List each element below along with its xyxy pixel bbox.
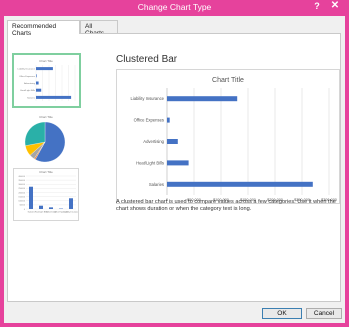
thumbnail-title: Chart Title xyxy=(39,115,53,119)
title-bar[interactable]: Change Chart Type ? ✕ xyxy=(0,0,349,16)
thumbnail-y-tick: 300000 xyxy=(18,184,26,186)
bar xyxy=(167,117,170,123)
y-category-label: Salaries xyxy=(149,182,164,187)
thumbnail-pie[interactable]: Chart Title xyxy=(13,113,79,165)
thumbnail-category-label: Liability Insurance xyxy=(63,211,78,214)
dialog-body: Recommended Charts All Charts Chart Titl… xyxy=(4,16,345,323)
thumbnail-y-tick: 200000 xyxy=(18,192,26,194)
thumbnail-y-tick: 250000 xyxy=(18,188,26,190)
thumbnail-column xyxy=(69,198,73,209)
y-category-label: Heat/Light Bills xyxy=(136,160,164,165)
thumbnail-category-label: Salaries xyxy=(28,211,35,214)
bar xyxy=(167,181,313,187)
thumbnail-bar xyxy=(36,74,37,78)
thumbnail-category-label: Heat/Light Bills xyxy=(20,89,35,92)
thumbnail-bar xyxy=(36,67,53,71)
thumbnail-y-tick: 150000 xyxy=(18,196,26,198)
thumbnail-bar xyxy=(36,88,42,92)
preview-chart-title: Chart Title xyxy=(212,77,244,84)
help-button[interactable]: ? xyxy=(312,1,322,13)
thumbnail-y-tick: 50000 xyxy=(19,205,25,207)
change-chart-type-window: Change Chart Type ? ✕ Recommended Charts… xyxy=(0,0,349,327)
thumbnail-clustered-bar[interactable]: Chart Title Liability Insurance Office Exp… xyxy=(12,53,81,108)
thumbnail-bar xyxy=(36,81,39,85)
preview-chart: Chart Title0 $50,000 $100,000 $150,000 $200,… xyxy=(130,77,336,202)
thumbnail-title: Chart Title xyxy=(39,59,53,63)
thumbnail-y-tick: 400000 xyxy=(18,176,26,178)
bar xyxy=(167,96,238,102)
thumbnail-clustered-column[interactable]: Chart Title 400000 350000 300000 250000 20000… xyxy=(13,168,79,221)
thumbnail-column xyxy=(49,207,53,209)
thumbnail-title: Chart Title xyxy=(39,170,53,174)
thumbnail-column xyxy=(29,186,33,209)
cancel-button[interactable]: Cancel xyxy=(306,308,342,319)
bar xyxy=(167,139,178,144)
y-category-label: Advertising xyxy=(143,139,164,144)
thumbnail-category-label: Salaries xyxy=(27,96,36,99)
chart-description: A clustered bar chart is used to compare… xyxy=(116,199,336,212)
close-button[interactable]: ✕ xyxy=(326,0,344,13)
thumbnail-category-label: Office Expenses xyxy=(19,76,36,78)
thumbnail-y-tick: 350000 xyxy=(18,180,26,182)
y-category-label: Liability Insurance xyxy=(130,96,164,101)
thumbnail-category-label: Liability Insurance xyxy=(17,68,35,71)
thumbnail-category-label: Advertising xyxy=(24,82,36,85)
y-category-label: Office Expenses xyxy=(134,118,164,123)
thumbnail-y-tick: 0 xyxy=(24,209,26,211)
thumbnail-clustered-bar-chart: Chart Title Liability Insurance Office Exp… xyxy=(17,59,76,101)
thumbnail-y-tick: 100000 xyxy=(18,201,26,203)
thumbnail-pie-slice xyxy=(24,121,46,146)
bar xyxy=(167,160,189,166)
thumbnail-bar xyxy=(36,95,72,99)
thumbnail-clustered-column-chart: Chart Title 400000 350000 300000 250000 20000… xyxy=(18,170,78,214)
window-title: Change Chart Type xyxy=(137,2,212,12)
thumbnail-column xyxy=(39,205,43,209)
recommended-charts-panel: Chart Title Liability Insurance Office Exp… xyxy=(7,33,341,302)
tab-all-charts[interactable]: All Charts xyxy=(80,20,118,37)
tab-recommended-charts[interactable]: Recommended Charts xyxy=(7,20,80,37)
chart-type-name: Clustered Bar xyxy=(116,54,178,65)
ok-button[interactable]: OK xyxy=(262,308,302,319)
chart-preview: Chart Title 0 $50,000 $100,000 $150,000 $200,… xyxy=(116,69,340,204)
thumbnail-pie-chart: Chart Title xyxy=(24,115,66,163)
